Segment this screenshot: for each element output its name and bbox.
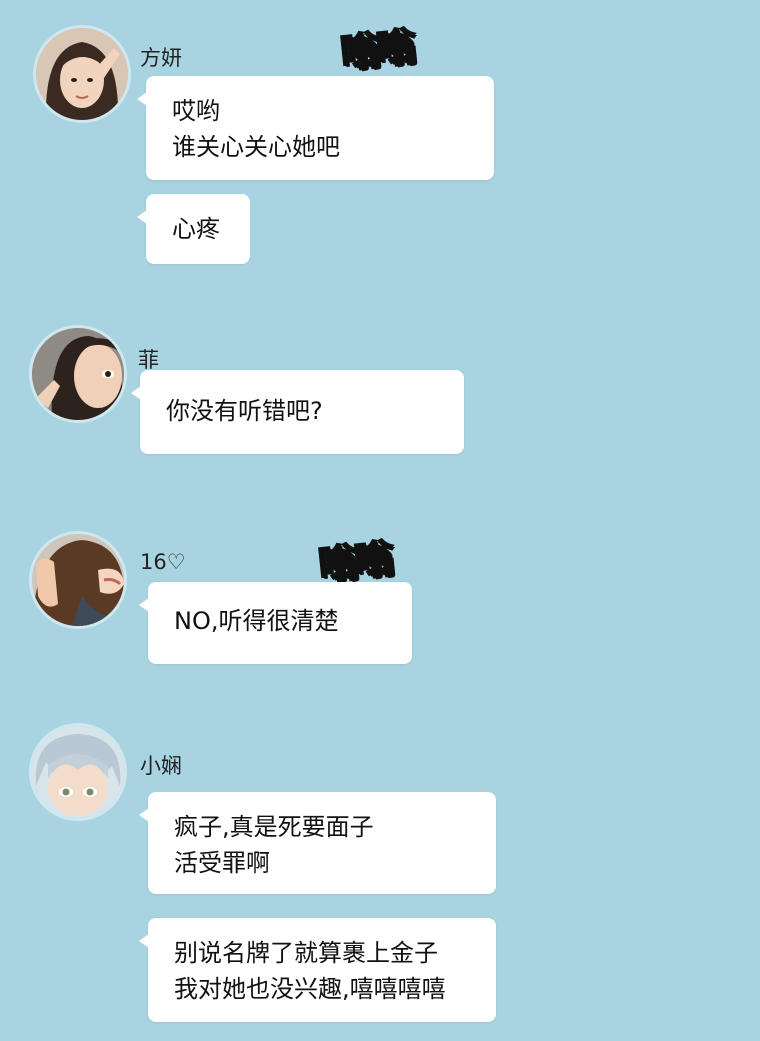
message-text: 你没有听错吧? bbox=[166, 397, 323, 425]
message-bubble[interactable]: NO,听得很清楚 bbox=[139, 582, 412, 664]
message-bubble[interactable]: 你没有听错吧? bbox=[131, 370, 464, 454]
message-bubble[interactable]: 疯子,真是死要面子 活受罪啊 bbox=[139, 792, 496, 894]
message-bubble[interactable]: 别说名牌了就算裹上金子 我对她也没兴趣,嘻嘻嘻嘻 bbox=[139, 918, 496, 1022]
sound-effect: 嗡嗡 bbox=[337, 23, 415, 78]
avatar-xiaoxian[interactable] bbox=[32, 726, 124, 818]
sender-name: 小娴 bbox=[140, 754, 182, 778]
message-text: 我对她也没兴趣,嘻嘻嘻嘻 bbox=[174, 975, 446, 1003]
message-text: 哎哟 bbox=[172, 97, 220, 125]
message-text: 心疼 bbox=[172, 215, 220, 243]
message-text: 疯子,真是死要面子 bbox=[174, 813, 374, 841]
message-text: NO,听得很清楚 bbox=[174, 607, 339, 635]
message-text: 谁关心关心她吧 bbox=[172, 133, 340, 161]
message-bubble[interactable]: 心疼 bbox=[137, 194, 250, 264]
message-text: 活受罪啊 bbox=[174, 849, 270, 877]
sender-name: 16♡ bbox=[140, 550, 186, 574]
message-text: 别说名牌了就算裹上金子 bbox=[174, 939, 438, 967]
avatar-fei[interactable] bbox=[32, 328, 124, 420]
message-bubble[interactable]: 哎哟 谁关心关心她吧 bbox=[137, 76, 494, 180]
avatar-16[interactable] bbox=[32, 534, 124, 626]
avatar-fangyan[interactable] bbox=[36, 28, 128, 120]
sender-name: 方妍 bbox=[140, 46, 182, 70]
